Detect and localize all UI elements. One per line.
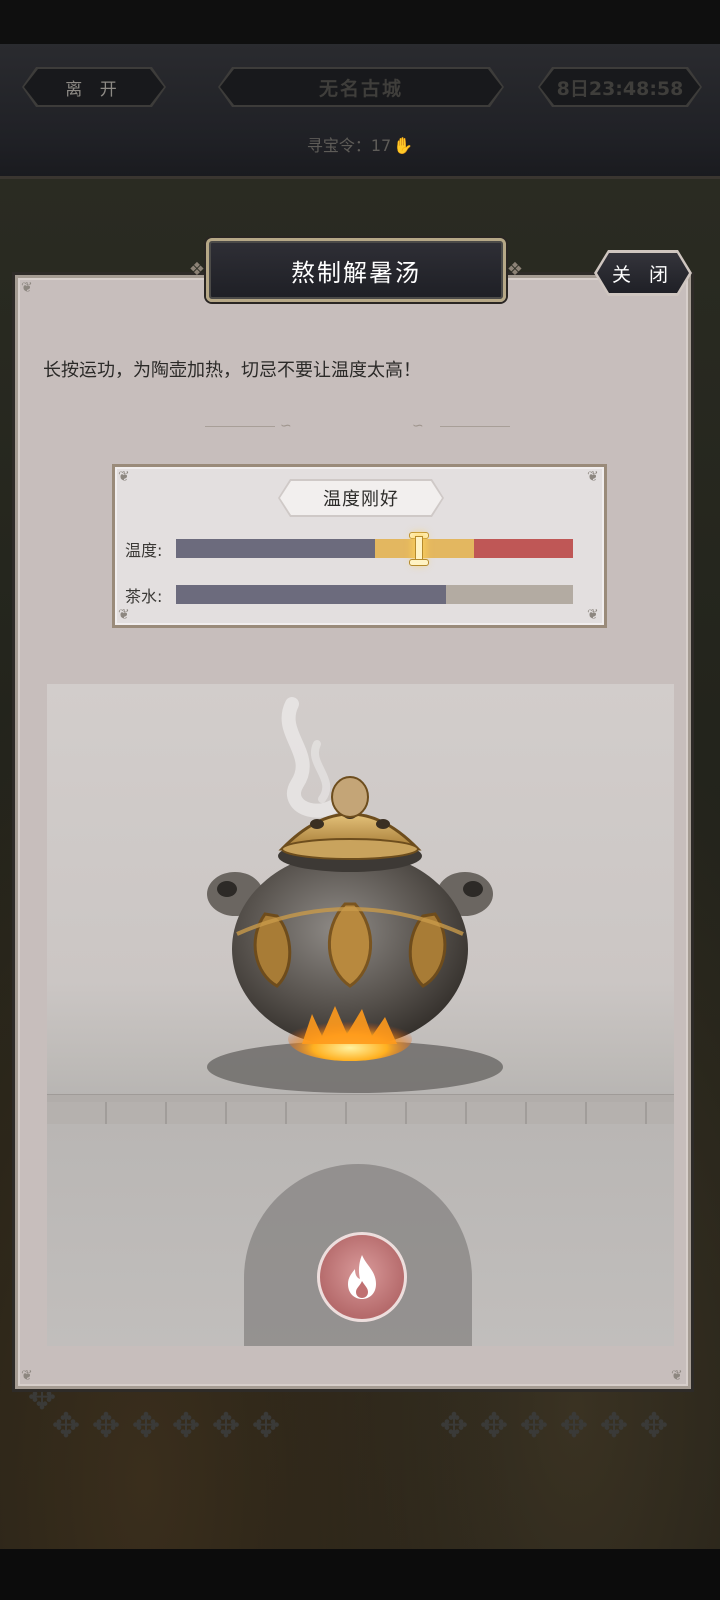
top-header: 离 开 无名古城 8日23:48:58 寻宝令：17 ✋ (0, 44, 720, 179)
temperature-status-text: 温度刚好 (280, 481, 442, 515)
divider-knot-icon: ∽ (412, 418, 424, 434)
ornament-icon: ✥ (211, 1406, 241, 1446)
temperature-zone-cool (176, 539, 375, 558)
ornament-icon: ✥ (599, 1406, 629, 1446)
clay-pot-illustration (207, 697, 493, 1061)
treasure-token-count: 寻宝令：17 ✋ (0, 132, 720, 156)
divider-knot-icon: ∽ (280, 418, 292, 434)
scene-bricks (47, 1102, 674, 1124)
ornament-icon: ✥ (51, 1406, 81, 1446)
ornament-icon: ✥ (479, 1406, 509, 1446)
ornament-icon: ✥ (171, 1406, 201, 1446)
bottom-bar (0, 1549, 720, 1600)
ornament-icon: ✥ (439, 1406, 469, 1446)
ornament-icon: ✥ (251, 1406, 281, 1446)
close-button[interactable]: 关 闭 (594, 250, 692, 296)
ornament-icon: ✥ (131, 1406, 161, 1446)
heat-fire-button[interactable] (317, 1232, 407, 1322)
corner-ornament-icon: ❦ (118, 469, 130, 485)
title-flourish-icon: ❖ (188, 259, 206, 280)
corner-ornament-icon: ❦ (671, 1368, 683, 1384)
corner-ornament-icon: ❦ (587, 469, 599, 485)
temperature-bar (176, 539, 573, 558)
fire-icon (348, 1255, 376, 1299)
close-button-label: 关 闭 (597, 253, 689, 293)
leave-button[interactable]: 离 开 (24, 69, 164, 105)
tea-bar-fill (176, 585, 446, 604)
temperature-label: 温度: (125, 541, 163, 560)
temperature-status-tag: 温度刚好 (278, 479, 444, 517)
corner-ornament-icon: ❦ (21, 280, 33, 296)
temperature-zone-hot (473, 539, 573, 558)
corner-ornament-icon: ❦ (587, 607, 599, 623)
tea-bar (176, 585, 573, 604)
ornament-icon: ✥ (639, 1406, 669, 1446)
brewing-scene (47, 684, 674, 1346)
location-title: 无名古城 (220, 69, 502, 105)
title-flourish-icon: ❖ (506, 259, 524, 280)
treasure-token-text: 寻宝令：17 (306, 136, 392, 155)
temperature-marker (409, 532, 430, 566)
divider (440, 426, 510, 427)
dialog-title: 熬制解暑汤 (206, 238, 506, 302)
ornament-icon: ✥ (519, 1406, 549, 1446)
instruction-text: 长按运功，为陶壶加热，切忌不要让温度太高！ (43, 360, 421, 381)
status-strip (0, 0, 720, 44)
lid-knob (331, 776, 369, 818)
corner-ornament-icon: ❦ (118, 607, 130, 623)
corner-ornament-icon: ❦ (21, 1368, 33, 1384)
tea-label: 茶水: (125, 587, 163, 606)
hand-icon: ✋ (393, 136, 414, 155)
ornament-icon: ✥ (559, 1406, 589, 1446)
divider (205, 426, 275, 427)
countdown-timer: 8日23:48:58 (540, 69, 700, 105)
ornament-icon: ✥ (91, 1406, 121, 1446)
